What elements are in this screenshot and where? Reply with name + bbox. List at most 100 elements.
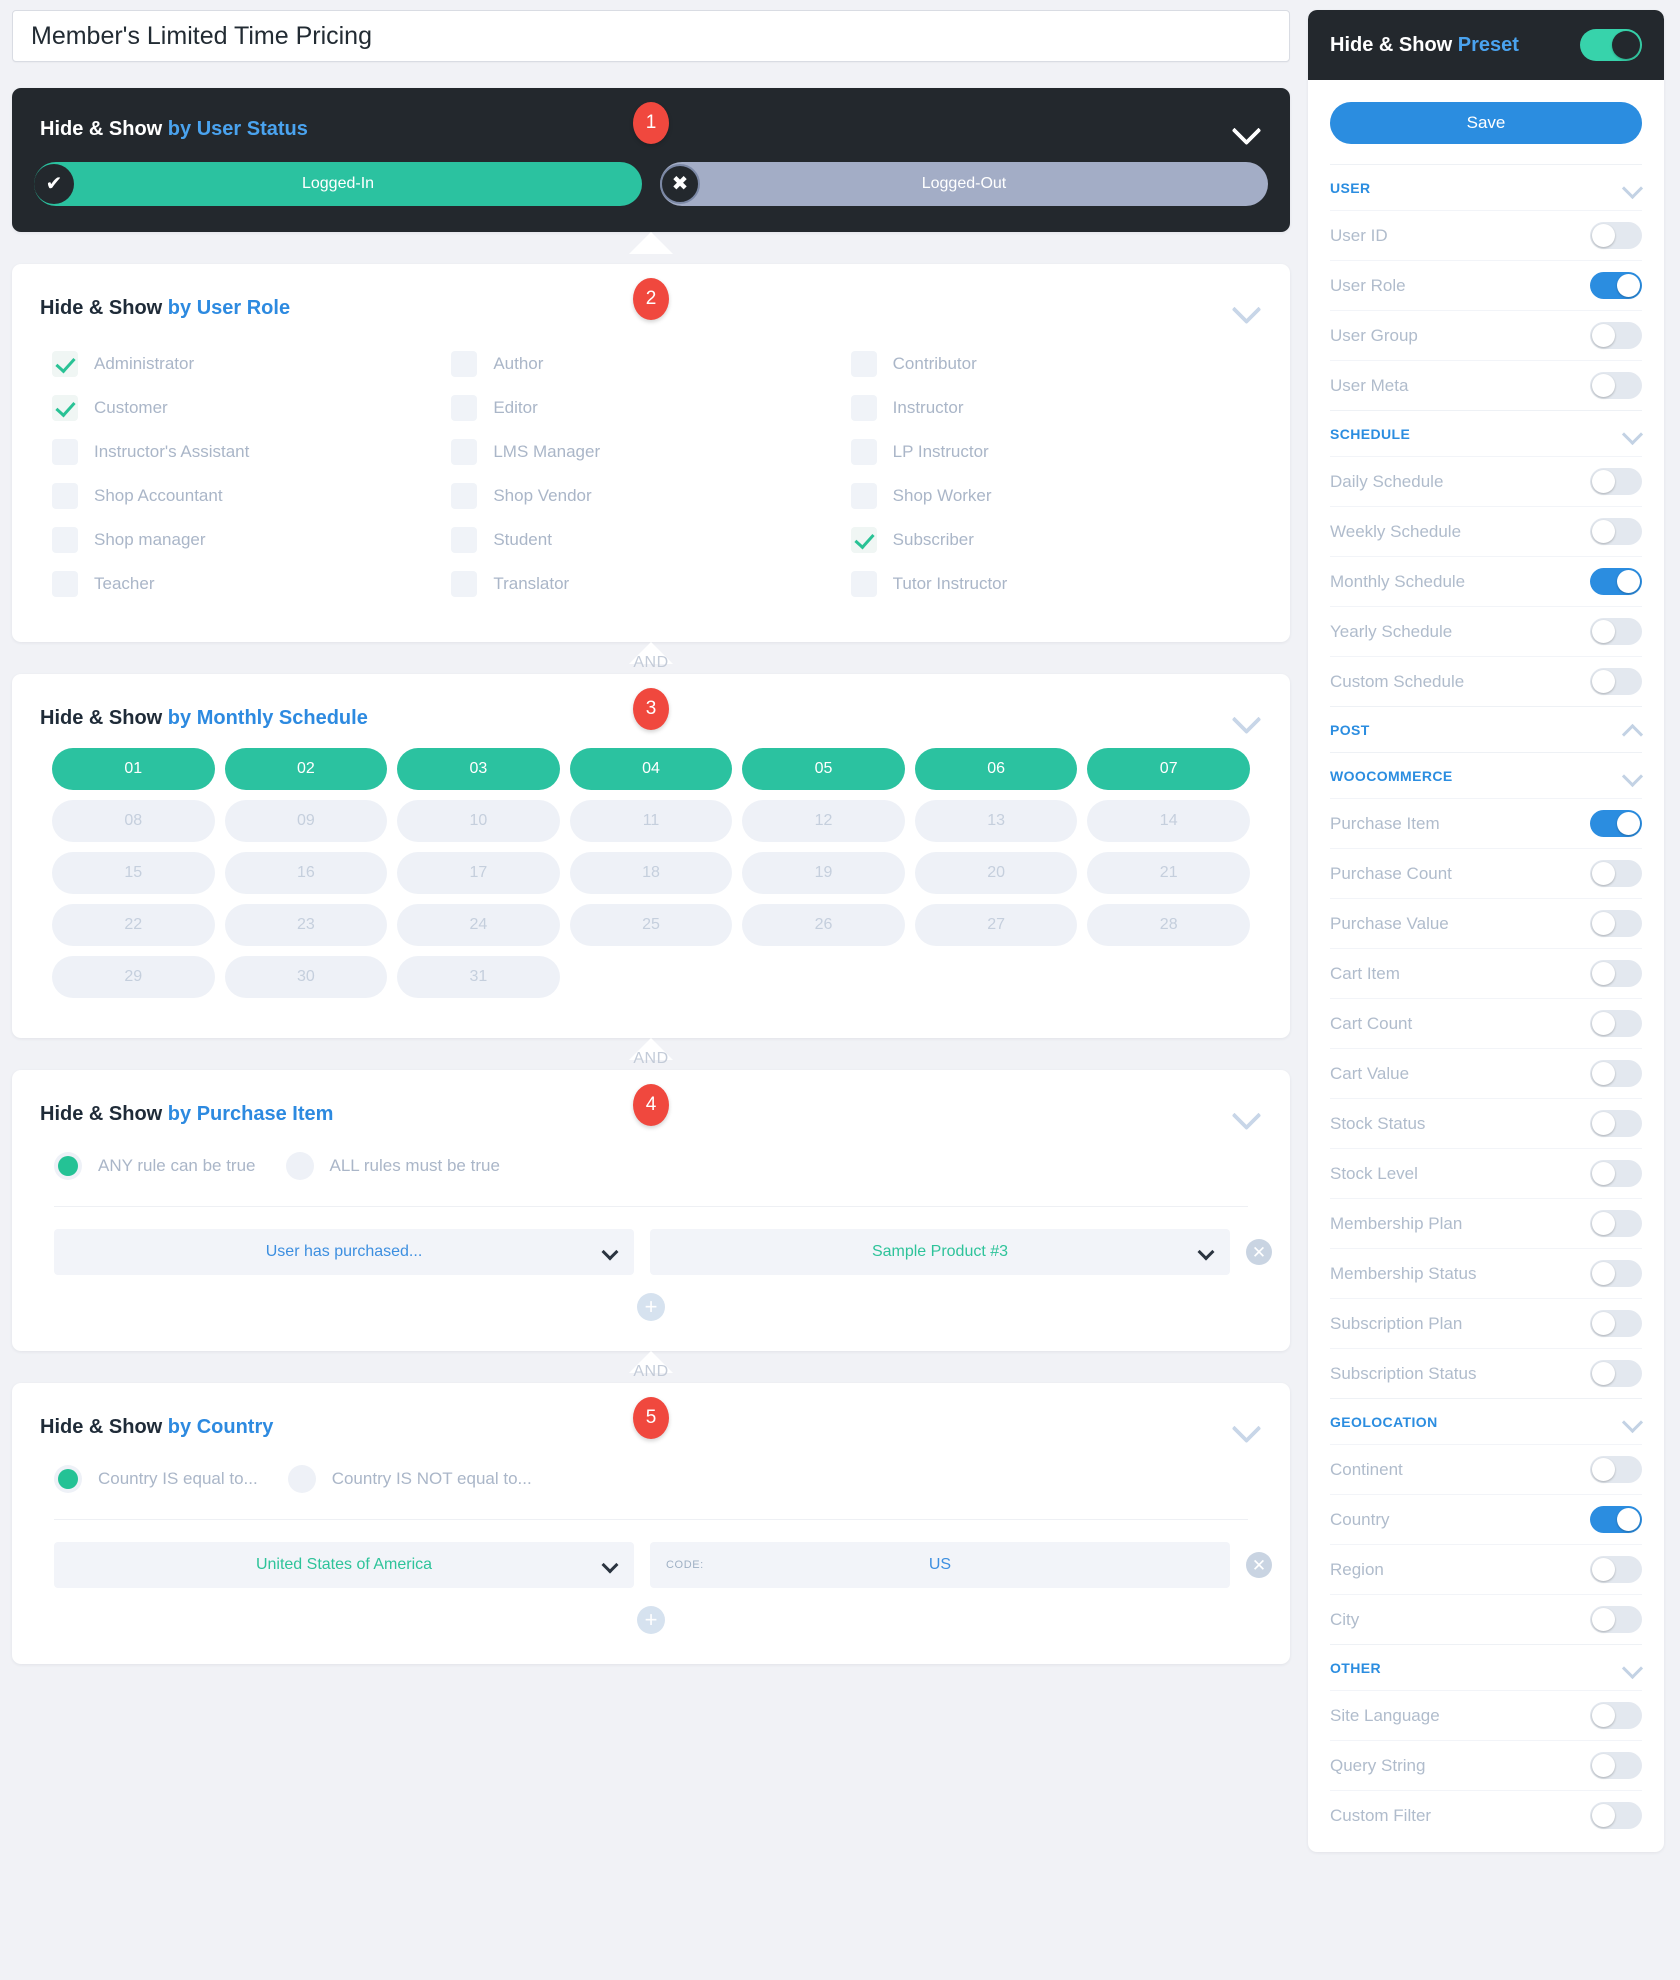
sidebar-item-stock-level[interactable]: Stock Level xyxy=(1330,1148,1642,1198)
role-checkbox-item[interactable]: Subscriber xyxy=(851,518,1250,562)
sidebar-item-city[interactable]: City xyxy=(1330,1594,1642,1644)
sidebar-item-membership-plan[interactable]: Membership Plan xyxy=(1330,1198,1642,1248)
day-cell[interactable]: 02 xyxy=(225,748,388,790)
sidebar-item-purchase-item[interactable]: Purchase Item xyxy=(1330,798,1642,848)
add-rule-icon[interactable]: + xyxy=(637,1606,665,1634)
radio-country-is-not[interactable]: Country IS NOT equal to... xyxy=(288,1465,532,1493)
sidebar-item-toggle[interactable] xyxy=(1590,222,1642,249)
country-code-input[interactable]: CODE: US xyxy=(650,1542,1230,1588)
chevron-down-icon[interactable] xyxy=(1232,1416,1262,1438)
radio-country-is[interactable]: Country IS equal to... xyxy=(54,1465,258,1493)
day-cell[interactable]: 09 xyxy=(225,800,388,842)
sidebar-item-toggle[interactable] xyxy=(1590,1010,1642,1037)
sidebar-item-subscription-plan[interactable]: Subscription Plan xyxy=(1330,1298,1642,1348)
role-checkbox-item[interactable]: Instructor xyxy=(851,386,1250,430)
day-cell[interactable]: 17 xyxy=(397,852,560,894)
sidebar-group-header[interactable]: POST xyxy=(1330,706,1642,752)
role-checkbox-item[interactable]: Customer xyxy=(52,386,451,430)
sidebar-item-toggle[interactable] xyxy=(1590,568,1642,595)
role-checkbox-item[interactable]: Shop Accountant xyxy=(52,474,451,518)
role-checkbox-item[interactable]: LMS Manager xyxy=(451,430,850,474)
sidebar-item-toggle[interactable] xyxy=(1590,272,1642,299)
day-cell[interactable]: 23 xyxy=(225,904,388,946)
role-checkbox-item[interactable]: Translator xyxy=(451,562,850,606)
sidebar-item-toggle[interactable] xyxy=(1590,1360,1642,1387)
day-cell[interactable]: 29 xyxy=(52,956,215,998)
sidebar-item-toggle[interactable] xyxy=(1590,1606,1642,1633)
sidebar-item-toggle[interactable] xyxy=(1590,860,1642,887)
role-checkbox-item[interactable]: Student xyxy=(451,518,850,562)
role-checkbox-item[interactable]: Teacher xyxy=(52,562,451,606)
sidebar-item-site-language[interactable]: Site Language xyxy=(1330,1690,1642,1740)
chevron-down-icon[interactable] xyxy=(1232,297,1262,319)
sidebar-item-membership-status[interactable]: Membership Status xyxy=(1330,1248,1642,1298)
sidebar-item-toggle[interactable] xyxy=(1590,960,1642,987)
role-checkbox-item[interactable]: Administrator xyxy=(52,342,451,386)
sidebar-item-cart-value[interactable]: Cart Value xyxy=(1330,1048,1642,1098)
role-checkbox-item[interactable]: Shop Vendor xyxy=(451,474,850,518)
sidebar-group-header[interactable]: SCHEDULE xyxy=(1330,410,1642,456)
sidebar-item-purchase-value[interactable]: Purchase Value xyxy=(1330,898,1642,948)
day-cell[interactable]: 06 xyxy=(915,748,1078,790)
chevron-down-icon[interactable] xyxy=(1232,707,1262,729)
role-checkbox-item[interactable]: LP Instructor xyxy=(851,430,1250,474)
day-cell[interactable]: 31 xyxy=(397,956,560,998)
sidebar-item-toggle[interactable] xyxy=(1590,1110,1642,1137)
sidebar-item-toggle[interactable] xyxy=(1590,618,1642,645)
status-pill-logged-out[interactable]: ✖ Logged-Out xyxy=(660,162,1268,206)
sidebar-item-custom-schedule[interactable]: Custom Schedule xyxy=(1330,656,1642,706)
day-cell[interactable]: 19 xyxy=(742,852,905,894)
sidebar-item-weekly-schedule[interactable]: Weekly Schedule xyxy=(1330,506,1642,556)
delete-rule-icon[interactable]: ✕ xyxy=(1246,1239,1272,1265)
sidebar-item-toggle[interactable] xyxy=(1590,1260,1642,1287)
day-cell[interactable]: 10 xyxy=(397,800,560,842)
sidebar-item-custom-filter[interactable]: Custom Filter xyxy=(1330,1790,1642,1840)
sidebar-group-header[interactable]: OTHER xyxy=(1330,1644,1642,1690)
day-cell[interactable]: 27 xyxy=(915,904,1078,946)
day-cell[interactable]: 04 xyxy=(570,748,733,790)
preset-master-toggle[interactable] xyxy=(1580,29,1642,61)
sidebar-item-country[interactable]: Country xyxy=(1330,1494,1642,1544)
add-rule-icon[interactable]: + xyxy=(637,1293,665,1321)
day-cell[interactable]: 24 xyxy=(397,904,560,946)
day-cell[interactable]: 28 xyxy=(1087,904,1250,946)
country-select[interactable]: United States of America xyxy=(54,1542,634,1588)
sidebar-item-purchase-count[interactable]: Purchase Count xyxy=(1330,848,1642,898)
sidebar-item-toggle[interactable] xyxy=(1590,668,1642,695)
day-cell[interactable]: 22 xyxy=(52,904,215,946)
day-cell[interactable]: 07 xyxy=(1087,748,1250,790)
role-checkbox-item[interactable]: Author xyxy=(451,342,850,386)
radio-any-rule[interactable]: ANY rule can be true xyxy=(54,1152,256,1180)
status-pill-logged-in[interactable]: ✔ Logged-In xyxy=(34,162,642,206)
role-checkbox-item[interactable]: Contributor xyxy=(851,342,1250,386)
sidebar-item-user-group[interactable]: User Group xyxy=(1330,310,1642,360)
role-checkbox-item[interactable]: Tutor Instructor xyxy=(851,562,1250,606)
day-cell[interactable]: 01 xyxy=(52,748,215,790)
sidebar-item-toggle[interactable] xyxy=(1590,1060,1642,1087)
day-cell[interactable]: 03 xyxy=(397,748,560,790)
sidebar-item-daily-schedule[interactable]: Daily Schedule xyxy=(1330,456,1642,506)
day-cell[interactable]: 20 xyxy=(915,852,1078,894)
purchase-condition-select[interactable]: User has purchased... xyxy=(54,1229,634,1275)
sidebar-item-monthly-schedule[interactable]: Monthly Schedule xyxy=(1330,556,1642,606)
sidebar-item-continent[interactable]: Continent xyxy=(1330,1444,1642,1494)
preset-title-input[interactable]: Member's Limited Time Pricing xyxy=(12,10,1290,62)
sidebar-item-cart-item[interactable]: Cart Item xyxy=(1330,948,1642,998)
sidebar-item-yearly-schedule[interactable]: Yearly Schedule xyxy=(1330,606,1642,656)
sidebar-item-toggle[interactable] xyxy=(1590,1802,1642,1829)
sidebar-item-region[interactable]: Region xyxy=(1330,1544,1642,1594)
day-cell[interactable]: 25 xyxy=(570,904,733,946)
sidebar-item-toggle[interactable] xyxy=(1590,1160,1642,1187)
sidebar-group-header[interactable]: GEOLOCATION xyxy=(1330,1398,1642,1444)
sidebar-item-toggle[interactable] xyxy=(1590,1506,1642,1533)
sidebar-item-toggle[interactable] xyxy=(1590,810,1642,837)
delete-rule-icon[interactable]: ✕ xyxy=(1246,1552,1272,1578)
sidebar-group-header[interactable]: USER xyxy=(1330,164,1642,210)
sidebar-item-user-meta[interactable]: User Meta xyxy=(1330,360,1642,410)
chevron-down-icon[interactable] xyxy=(1232,118,1262,140)
sidebar-item-toggle[interactable] xyxy=(1590,518,1642,545)
day-cell[interactable]: 21 xyxy=(1087,852,1250,894)
purchase-product-select[interactable]: Sample Product #3 xyxy=(650,1229,1230,1275)
sidebar-item-toggle[interactable] xyxy=(1590,1702,1642,1729)
day-cell[interactable]: 12 xyxy=(742,800,905,842)
